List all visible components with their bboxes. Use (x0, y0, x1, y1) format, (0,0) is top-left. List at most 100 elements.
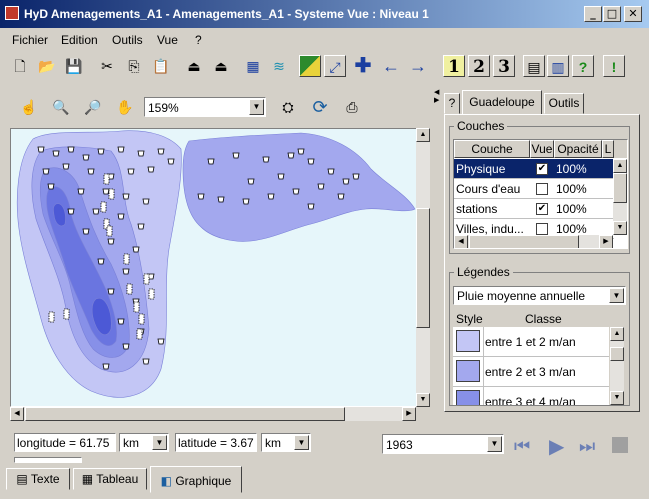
gauge-marker (100, 201, 107, 213)
header-couche[interactable]: Couche (454, 140, 530, 158)
layer-row[interactable]: Cours d'eau 100% (454, 179, 614, 199)
chevron-down-icon[interactable]: ▼ (249, 99, 264, 115)
zoom-out-icon[interactable]: 🔎 (82, 96, 104, 118)
tab-tableau[interactable]: ▦ Tableau (73, 468, 147, 490)
map-horizontal-scrollbar[interactable]: ◀ ▶ (10, 407, 416, 421)
help-icon[interactable]: ? (572, 55, 594, 77)
header-opacite[interactable]: Opacité (554, 140, 602, 158)
water-icon[interactable]: ≋ (268, 55, 290, 77)
scroll-up-icon[interactable]: ▲ (613, 159, 627, 173)
tab-graphique[interactable]: ◧ Graphique (150, 466, 242, 493)
header-l[interactable]: L (602, 140, 614, 158)
info-icon[interactable]: ! (603, 55, 625, 77)
chevron-down-icon[interactable]: ▼ (294, 435, 309, 450)
legends-group: Légendes Pluie moyenne annuelle ▼ Style … (449, 265, 630, 406)
arrow-left-icon[interactable]: ← (380, 55, 402, 77)
export-up-icon[interactable]: ⏏ (183, 55, 205, 77)
scroll-thumb[interactable] (610, 347, 624, 361)
legend-select[interactable]: Pluie moyenne annuelle ▼ (453, 286, 626, 305)
step-back-icon[interactable]: ⏮ (514, 436, 530, 457)
station-marker (157, 338, 165, 345)
save-icon[interactable]: 💾 (63, 55, 85, 77)
layer-row[interactable]: stations ✔ 100% (454, 199, 614, 219)
header-vue[interactable]: Vue (530, 140, 554, 158)
scroll-down-icon[interactable]: ▼ (416, 393, 430, 407)
tab-guadeloupe[interactable]: Guadeloupe (462, 90, 542, 115)
menu-vue[interactable]: Vue (157, 33, 178, 47)
scroll-hthumb[interactable] (25, 407, 345, 421)
layer-add-icon[interactable]: ▦ (242, 55, 264, 77)
scroll-left-icon[interactable]: ◀ (454, 235, 468, 248)
new-file-icon[interactable]: 🗋 (9, 55, 31, 77)
scroll-thumb[interactable] (416, 208, 430, 328)
layer-visible-checkbox[interactable] (536, 183, 548, 195)
open-folder-icon[interactable]: 📂 (36, 55, 58, 77)
latitude-unit-select[interactable]: km ▼ (261, 433, 311, 452)
level-2-button[interactable]: 2 (468, 55, 490, 77)
longitude-unit-select[interactable]: km ▼ (119, 433, 169, 452)
stop-icon[interactable] (612, 437, 628, 453)
legend-item: entre 1 et 2 m/an (453, 327, 609, 357)
layer-visible-checkbox[interactable] (536, 223, 548, 235)
menu-fichier[interactable]: Fichier (12, 33, 48, 47)
cut-icon[interactable]: ✂ (96, 55, 118, 77)
zoom-extent-icon[interactable]: ⤢ (324, 55, 346, 77)
map-color-icon[interactable] (299, 55, 321, 77)
pan-hand-icon[interactable]: ☝ (18, 96, 40, 118)
chevron-down-icon[interactable]: ▼ (152, 435, 167, 450)
station-marker (102, 188, 110, 195)
splitter-right-icon[interactable]: ▶ (434, 96, 439, 104)
scroll-down-icon[interactable]: ▼ (613, 221, 627, 235)
minimize-button[interactable]: _ (584, 6, 602, 22)
station-marker (77, 188, 85, 195)
zoom-in-icon[interactable]: 🔍 (50, 96, 72, 118)
scroll-down-icon[interactable]: ▼ (610, 391, 624, 405)
scroll-up-icon[interactable]: ▲ (610, 327, 624, 341)
window-title: HyD Amenagements_A1 - Amenagements_A1 - … (24, 7, 429, 21)
add-icon[interactable]: ✚ (352, 55, 374, 77)
map-vertical-scrollbar[interactable]: ▲ ▼ (416, 128, 430, 407)
layers-vscroll[interactable]: ▲ ▼ (613, 159, 627, 235)
year-select[interactable]: 1963 ▼ (382, 434, 504, 454)
menu-edition[interactable]: Edition (61, 33, 98, 47)
export-down-icon[interactable]: ⏏ (210, 55, 232, 77)
layer-visible-checkbox[interactable]: ✔ (536, 203, 548, 215)
layers-hscroll[interactable]: ◀ ▶ (454, 235, 613, 248)
level-1-button[interactable]: 1 (443, 55, 465, 77)
copy-icon[interactable]: ⎘ (123, 55, 145, 77)
tab-texte[interactable]: ▤ Texte (6, 468, 70, 490)
print-icon[interactable]: ⎙ (341, 96, 363, 118)
chevron-down-icon[interactable]: ▼ (609, 288, 624, 303)
scroll-up-icon[interactable]: ▲ (416, 128, 430, 142)
scroll-left-icon[interactable]: ◀ (10, 407, 24, 421)
chevron-down-icon[interactable]: ▼ (487, 436, 502, 452)
menu-outils[interactable]: Outils (112, 33, 143, 47)
scroll-right-icon[interactable]: ▶ (402, 407, 416, 421)
splitter-left-icon[interactable]: ◀ (434, 88, 439, 96)
map-canvas[interactable] (10, 128, 430, 407)
table-view-icon[interactable]: ▤ (523, 55, 545, 77)
tab-outils[interactable]: Outils (544, 93, 584, 114)
step-forward-icon[interactable]: ⏭ (579, 436, 595, 457)
grab-hand-icon[interactable]: ✋ (114, 96, 136, 118)
legend-vscroll[interactable]: ▲ ▼ (610, 327, 624, 405)
station-marker (137, 150, 145, 157)
scroll-right-icon[interactable]: ▶ (599, 235, 613, 248)
menu-help[interactable]: ? (195, 33, 202, 47)
paste-icon[interactable]: 📋 (150, 55, 172, 77)
arrow-right-icon[interactable]: → (407, 55, 429, 77)
gauge-marker (106, 225, 113, 237)
tab-help[interactable]: ? (444, 93, 460, 114)
scroll-hthumb[interactable] (469, 235, 579, 248)
close-button[interactable]: ✕ (624, 6, 642, 22)
binoculars-icon[interactable]: ⛭ (277, 96, 299, 118)
level-3-button[interactable]: 3 (493, 55, 515, 77)
play-icon[interactable]: ▶ (549, 434, 564, 459)
refresh-icon[interactable]: ⟳ (309, 96, 331, 118)
layer-row[interactable]: Physique ✔ 100% (454, 159, 614, 179)
zoom-select[interactable]: 159% ▼ (144, 97, 266, 117)
chart-view-icon[interactable]: ▥ (547, 55, 569, 77)
scroll-thumb[interactable] (613, 173, 627, 203)
maximize-button[interactable]: □ (603, 6, 621, 22)
layer-visible-checkbox[interactable]: ✔ (536, 163, 548, 175)
